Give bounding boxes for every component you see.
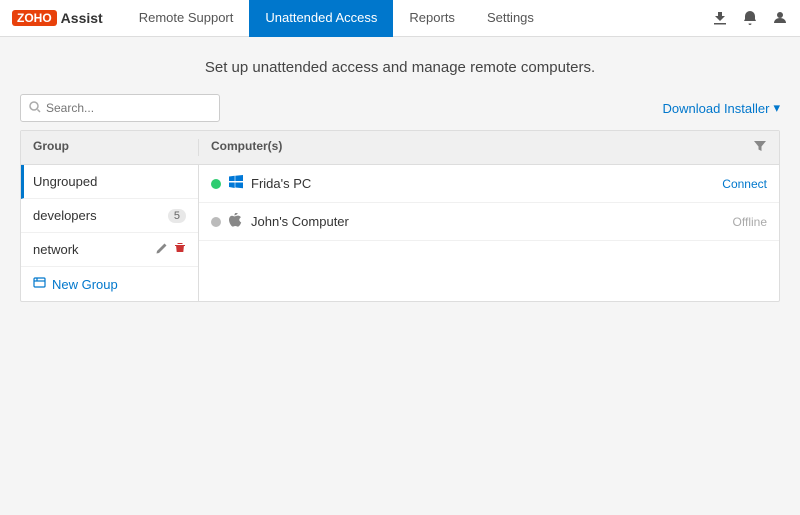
logo-assist: Assist [61,10,103,26]
col-group-header: Group [21,139,199,156]
page-subtitle: Set up unattended access and manage remo… [0,37,800,94]
group-actions [156,242,186,257]
app-logo: ZOHO Assist [12,10,103,26]
computer-item-johns-computer: John's Computer Offline [199,203,779,241]
delete-icon[interactable] [174,242,186,257]
search-icon [29,101,41,116]
windows-icon [229,175,243,192]
filter-icon[interactable] [741,139,779,156]
chevron-down-icon: ▾ [773,100,780,116]
apple-icon [229,213,243,230]
user-icon[interactable] [772,10,788,26]
nav-unattended-access[interactable]: Unattended Access [249,0,393,37]
group-item-developers[interactable]: developers 5 [21,199,198,233]
status-dot-offline [211,217,221,227]
group-item-ungrouped[interactable]: Ungrouped [21,165,198,199]
computer-item-fridas-pc: Frida's PC Connect [199,165,779,203]
group-item-network[interactable]: network [21,233,198,267]
edit-icon[interactable] [156,242,168,257]
search-input[interactable] [46,101,211,115]
download-icon[interactable] [712,10,728,26]
app-header: ZOHO Assist Remote Support Unattended Ac… [0,0,800,37]
group-count: 5 [168,209,186,223]
main-table: Group Computer(s) Ungrouped developers 5… [20,130,780,302]
groups-panel: Ungrouped developers 5 network [21,165,199,301]
group-name: network [33,242,156,257]
main-nav: Remote Support Unattended Access Reports… [123,0,712,36]
new-group-button[interactable]: New Group [21,267,198,301]
new-group-icon [33,276,46,292]
main-content: Set up unattended access and manage remo… [0,37,800,515]
computer-name: Frida's PC [251,176,722,191]
logo-zoho: ZOHO [12,10,57,26]
nav-remote-support[interactable]: Remote Support [123,0,250,37]
nav-settings[interactable]: Settings [471,0,550,37]
table-body: Ungrouped developers 5 network [21,165,779,301]
table-header: Group Computer(s) [21,131,779,165]
computer-name: John's Computer [251,214,733,229]
group-name: Ungrouped [33,174,186,189]
computers-panel: Frida's PC Connect John's Computer Offli… [199,165,779,301]
header-icons [712,10,788,26]
nav-reports[interactable]: Reports [393,0,471,37]
col-computers-header: Computer(s) [199,139,741,156]
connect-button[interactable]: Connect [722,177,767,191]
status-dot-online [211,179,221,189]
download-installer-button[interactable]: Download Installer ▾ [663,100,780,116]
notification-icon[interactable] [742,10,758,26]
new-group-label: New Group [52,277,118,292]
offline-status: Offline [733,215,767,229]
search-box [20,94,220,122]
group-name: developers [33,208,168,223]
download-installer-label: Download Installer [663,101,770,116]
toolbar: Download Installer ▾ [0,94,800,130]
